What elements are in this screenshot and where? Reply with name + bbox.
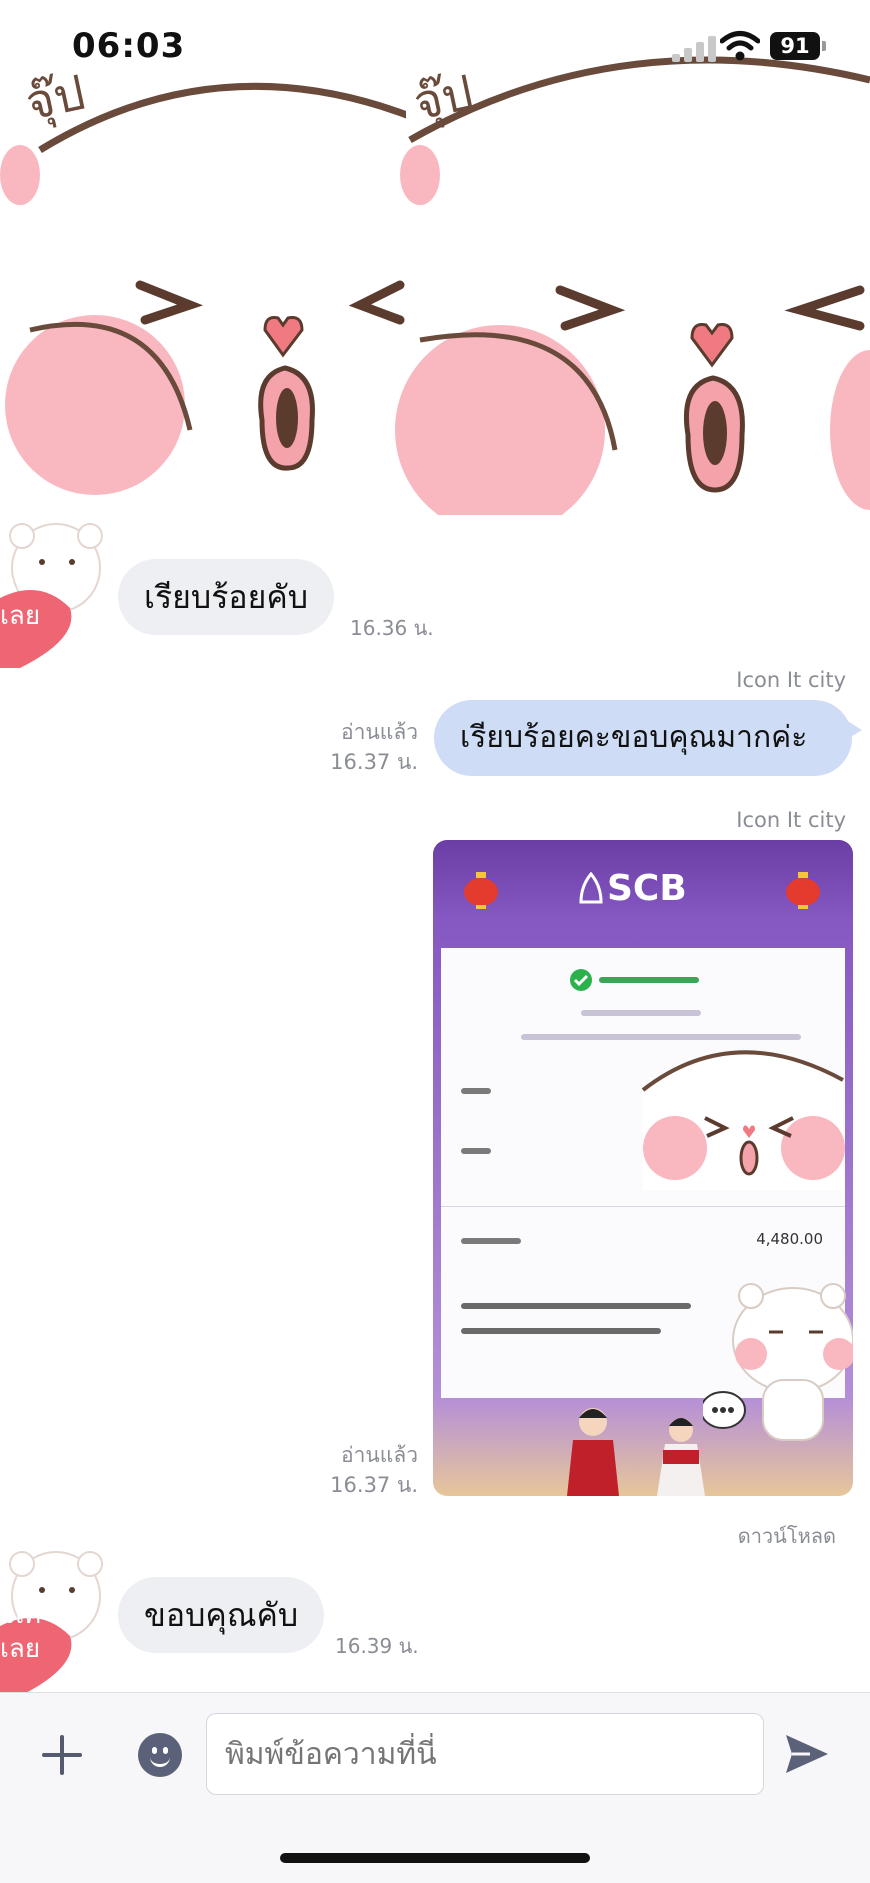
avatar-caption-line2: เลย bbox=[0, 601, 41, 631]
emoji-icon[interactable] bbox=[138, 1733, 182, 1777]
message-bubble-incoming[interactable]: เรียบร้อยคับ bbox=[118, 559, 335, 635]
receipt-line bbox=[461, 1238, 521, 1244]
avatar-caption-line1: จเค้า bbox=[0, 1600, 57, 1630]
receipt-line bbox=[461, 1328, 661, 1334]
message-bubble-outgoing[interactable]: เรียบร้อยคะขอบคุณมากค่ะ bbox=[434, 700, 862, 776]
download-link[interactable]: ดาวน์โหลด bbox=[738, 1520, 836, 1552]
read-receipt: อ่านแล้ว 16.37 น. bbox=[318, 717, 418, 777]
home-indicator bbox=[280, 1853, 590, 1863]
receipt-status-line bbox=[599, 977, 699, 983]
message-input[interactable] bbox=[206, 1713, 764, 1795]
emoji-eye bbox=[152, 1747, 157, 1754]
receipt-image[interactable]: SCB 4,480.00 bbox=[433, 840, 853, 1496]
bubble-tail bbox=[846, 720, 862, 740]
couple-illustration bbox=[567, 1408, 705, 1496]
read-label: อ่านแล้ว bbox=[341, 720, 418, 744]
plus-icon[interactable] bbox=[40, 1733, 84, 1777]
read-receipt: อ่านแล้ว 16.37 น. bbox=[318, 1440, 418, 1500]
signal-icon bbox=[672, 36, 716, 62]
sender-name: Icon It city bbox=[736, 808, 846, 832]
message-time: 16.39 น. bbox=[335, 1634, 419, 1658]
receipt-line bbox=[461, 1148, 491, 1154]
status-bar: 06:03 91 bbox=[0, 0, 870, 80]
receipt-divider bbox=[441, 1206, 845, 1207]
sender-name: Icon It city bbox=[736, 668, 846, 692]
avatar-caption: จเค้า เลย bbox=[0, 1598, 56, 1666]
message-text: เรียบร้อยคะขอบคุณมากค่ะ bbox=[460, 720, 808, 755]
status-time: 06:03 bbox=[72, 26, 186, 66]
emoji-eye bbox=[163, 1747, 168, 1754]
avatar-caption: จเค้า เลย bbox=[0, 565, 56, 633]
bank-logo: SCB bbox=[577, 868, 717, 909]
send-icon[interactable] bbox=[784, 1733, 830, 1775]
battery-indicator: 91 bbox=[770, 32, 826, 60]
lantern-icon bbox=[786, 872, 820, 909]
receipt-line bbox=[581, 1010, 701, 1016]
check-circle-icon bbox=[570, 969, 592, 991]
receipt-line bbox=[461, 1088, 491, 1094]
scb-emblem-icon bbox=[579, 872, 603, 904]
kiss-sticker-overlay bbox=[641, 1050, 845, 1190]
lantern-icon bbox=[464, 872, 498, 909]
wifi-icon bbox=[720, 31, 760, 61]
read-label: อ่านแล้ว bbox=[341, 1443, 418, 1467]
avatar-caption-line2: เลย bbox=[0, 1634, 41, 1664]
message-time: 16.37 น. bbox=[330, 750, 418, 774]
bank-name: SCB bbox=[607, 868, 687, 909]
message-time: 16.37 น. bbox=[330, 1473, 418, 1497]
message-bubble-incoming[interactable]: ขอบคุณคับ bbox=[118, 1577, 325, 1653]
receipt-amount: 4,480.00 bbox=[756, 1230, 823, 1248]
avatar-caption-line1: จเค้า bbox=[0, 567, 57, 597]
emoji-mouth bbox=[150, 1757, 170, 1767]
message-time: 16.36 น. bbox=[350, 616, 434, 640]
receipt-line bbox=[461, 1303, 691, 1309]
